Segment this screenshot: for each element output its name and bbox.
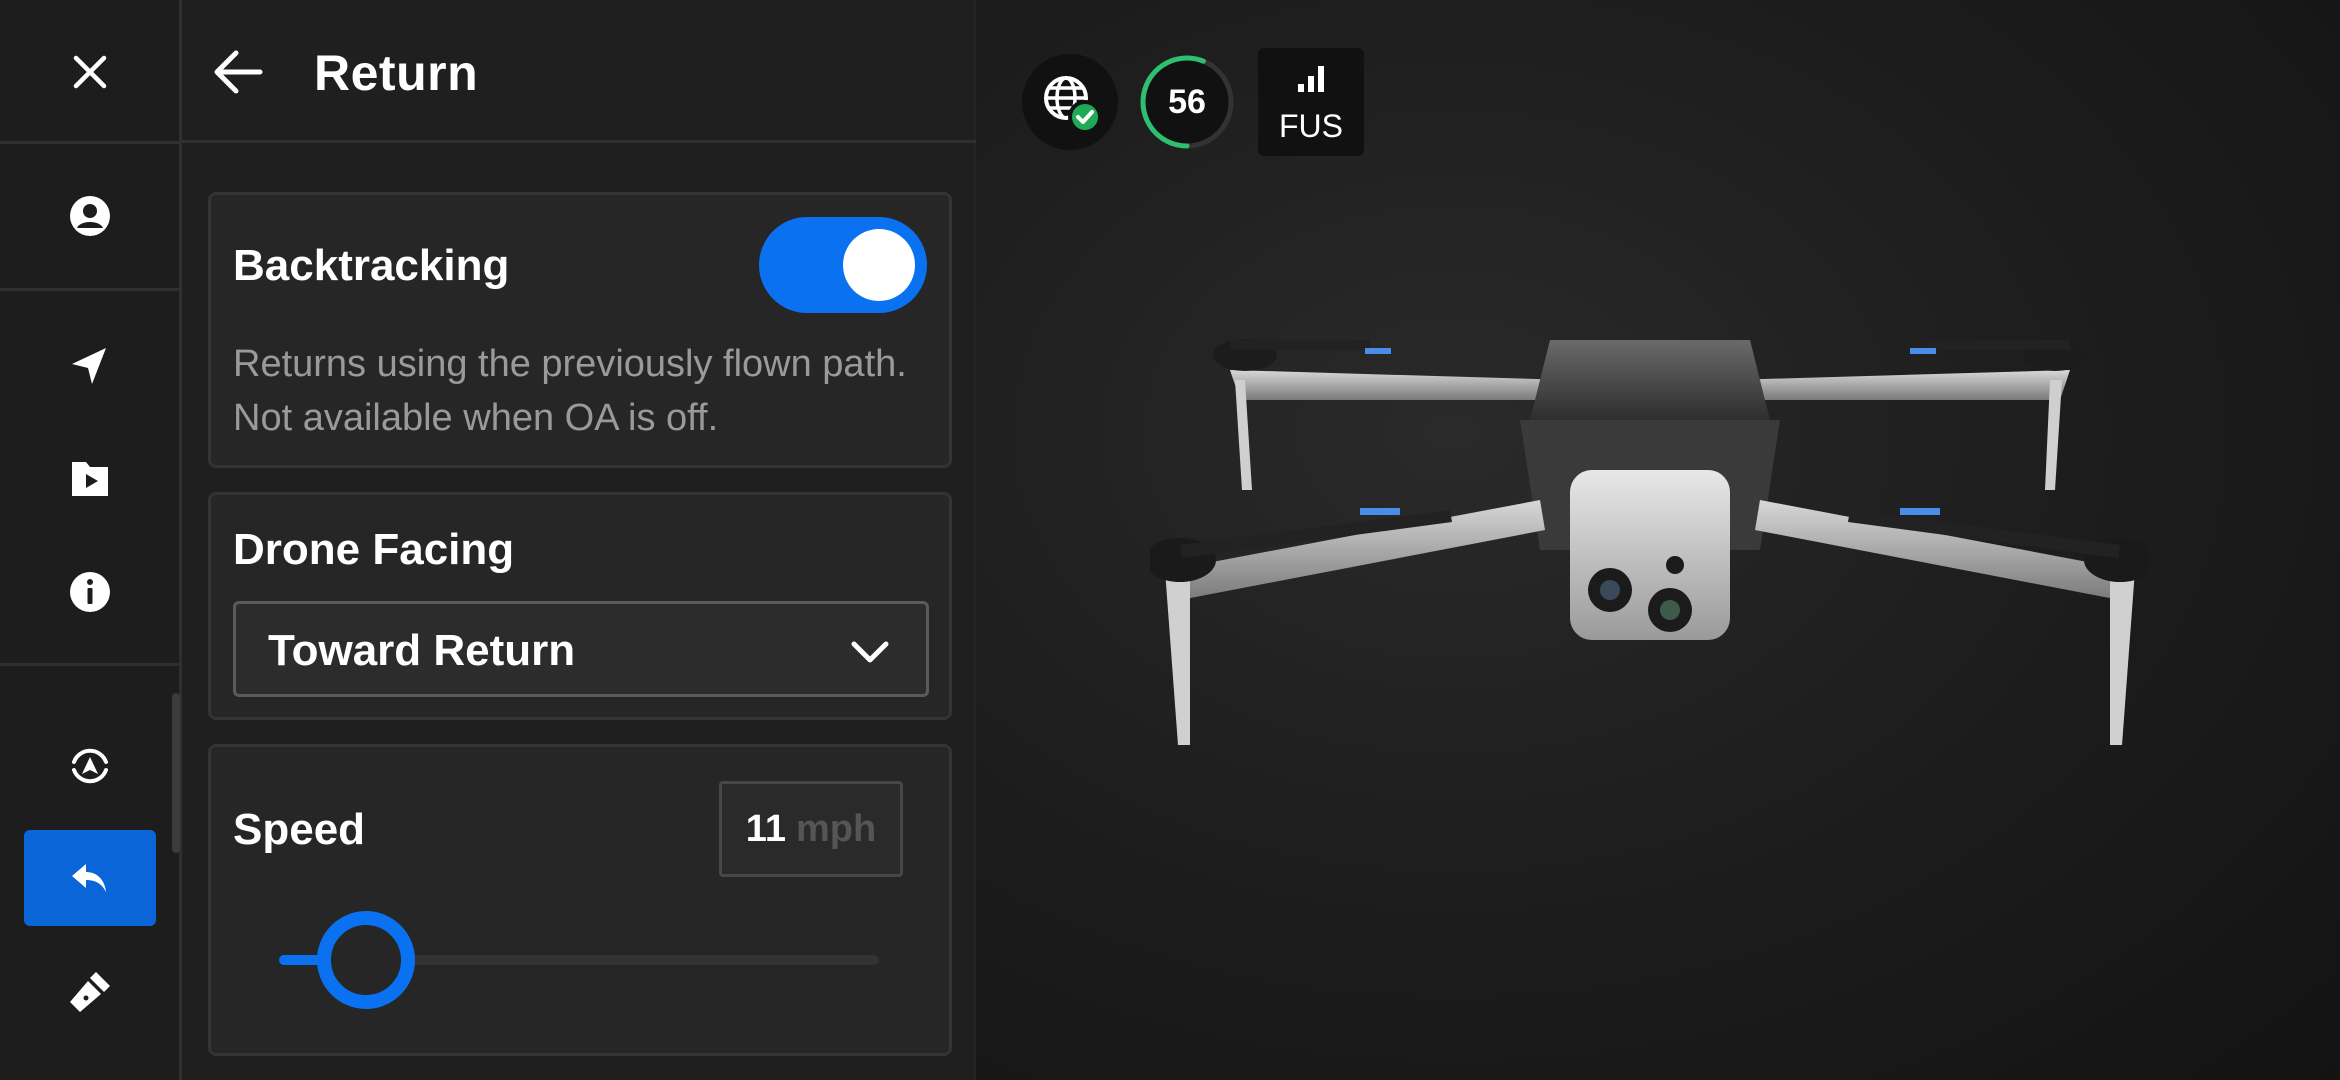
drone-facing-value: Toward Return: [268, 626, 576, 675]
page-title: Return: [314, 45, 479, 101]
gps-status[interactable]: [1022, 54, 1118, 150]
obstacle-avoidance-icon: [72, 748, 108, 784]
side-rail: [0, 0, 182, 1080]
speed-slider-thumb[interactable]: [317, 911, 415, 1009]
back-arrow-icon: [214, 50, 263, 94]
return-arrow-icon: [72, 864, 106, 892]
rail-divider: [0, 141, 180, 144]
flashlight-icon: [70, 972, 110, 1012]
info-button[interactable]: [24, 544, 156, 640]
backtracking-label: Backtracking: [233, 241, 510, 290]
toggle-knob: [843, 229, 915, 301]
return-settings-panel: Return Backtracking Returns using the pr…: [182, 0, 976, 1080]
account-icon: [70, 196, 110, 236]
speed-slider[interactable]: [279, 911, 879, 1009]
navigation-button[interactable]: [24, 318, 156, 414]
speed-value: 11: [745, 807, 786, 850]
close-button[interactable]: [24, 24, 156, 120]
signal-status[interactable]: FUS: [1258, 48, 1364, 156]
speed-unit: mph: [795, 807, 877, 850]
chevron-down-icon: [851, 641, 889, 663]
battery-percent: 56: [1168, 82, 1206, 121]
backtracking-card: Backtracking Returns using the previousl…: [208, 192, 952, 468]
obstacle-avoidance-button[interactable]: [24, 716, 156, 812]
drone-facing-card: Drone Facing Toward Return: [208, 492, 952, 720]
panel-header: Return: [182, 0, 976, 143]
return-button[interactable]: [24, 830, 156, 926]
drone-facing-label: Drone Facing: [233, 525, 515, 574]
signal-bars-icon: [1298, 66, 1324, 92]
backtracking-description: Returns using the previously flown path.…: [233, 343, 907, 439]
navigation-arrow-icon: [72, 348, 106, 384]
globe-check-icon: [1044, 76, 1102, 134]
close-icon: [73, 55, 107, 89]
back-button[interactable]: [202, 36, 274, 108]
drone-facing-select[interactable]: Toward Return: [233, 601, 929, 697]
info-icon: [70, 572, 110, 612]
rail-divider: [0, 663, 180, 666]
speed-input[interactable]: 11 mph: [719, 781, 903, 877]
media-button[interactable]: [24, 430, 156, 526]
account-button[interactable]: [24, 168, 156, 264]
media-file-icon: [72, 462, 108, 496]
signal-label: FUS: [1279, 108, 1343, 144]
flashlight-button[interactable]: [24, 944, 156, 1040]
speed-card: Speed 11 mph: [208, 744, 952, 1056]
battery-status[interactable]: 56: [1139, 54, 1235, 150]
rail-divider: [0, 288, 180, 291]
backtracking-toggle[interactable]: [759, 217, 927, 313]
rail-scrollbar[interactable]: [172, 693, 180, 853]
speed-label: Speed: [233, 805, 366, 854]
drone-image: [1150, 339, 2150, 745]
